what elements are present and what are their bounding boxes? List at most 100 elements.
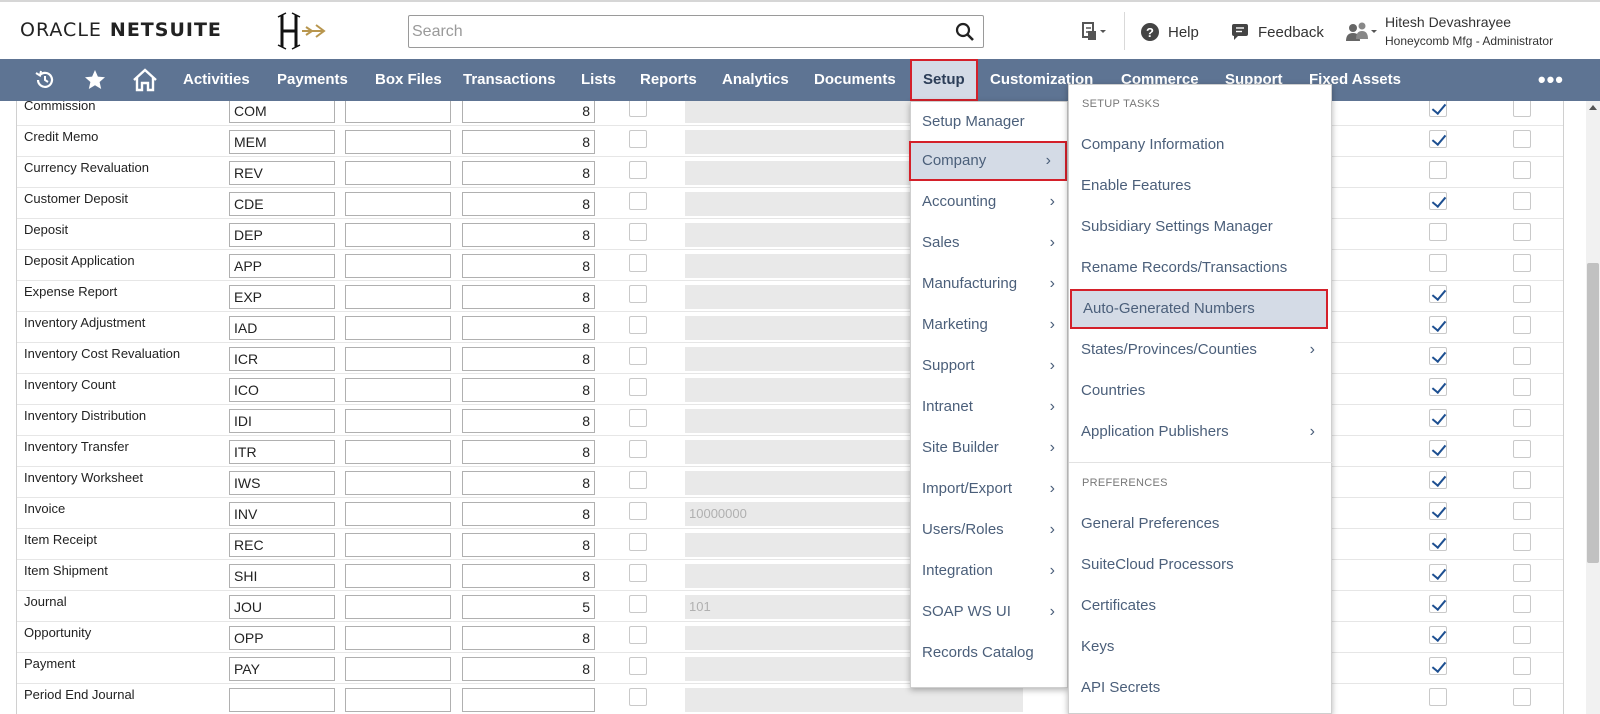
prefix-input[interactable]: IDI <box>229 409 335 433</box>
allow-override-checkbox[interactable] <box>1513 161 1531 179</box>
minimum-digits-input[interactable]: 8 <box>462 347 595 371</box>
update-checkbox[interactable] <box>629 409 647 427</box>
suffix-input[interactable] <box>345 657 451 681</box>
prefix-input[interactable]: ITR <box>229 440 335 464</box>
update-checkbox[interactable] <box>629 626 647 644</box>
enable-checkbox[interactable] <box>1429 130 1447 148</box>
update-checkbox[interactable] <box>629 502 647 520</box>
shortcuts-nav[interactable] <box>80 66 110 94</box>
enable-checkbox[interactable] <box>1429 378 1447 396</box>
enable-checkbox[interactable] <box>1429 564 1447 582</box>
allow-override-checkbox[interactable] <box>1513 626 1531 644</box>
nav-documents[interactable]: Documents <box>814 59 896 101</box>
update-checkbox[interactable] <box>629 223 647 241</box>
setup-menu-item-import-export[interactable]: Import/Export › <box>911 469 1069 509</box>
update-checkbox[interactable] <box>629 285 647 303</box>
allow-override-checkbox[interactable] <box>1513 471 1531 489</box>
prefix-input[interactable]: JOU <box>229 595 335 619</box>
allow-override-checkbox[interactable] <box>1513 101 1531 117</box>
suffix-input[interactable] <box>345 378 451 402</box>
minimum-digits-input[interactable]: 8 <box>462 223 595 247</box>
scrollbar-thumb[interactable] <box>1587 263 1599 563</box>
search-input[interactable] <box>409 16 939 47</box>
enable-checkbox[interactable] <box>1429 347 1447 365</box>
suffix-input[interactable] <box>345 533 451 557</box>
suffix-input[interactable] <box>345 688 451 712</box>
prefix-input[interactable]: PAY <box>229 657 335 681</box>
allow-override-checkbox[interactable] <box>1513 192 1531 210</box>
allow-override-checkbox[interactable] <box>1513 440 1531 458</box>
feedback-link[interactable]: Feedback <box>1230 20 1324 44</box>
update-checkbox[interactable] <box>629 378 647 396</box>
help-link[interactable]: ? Help <box>1140 20 1199 44</box>
suffix-input[interactable] <box>345 471 451 495</box>
update-checkbox[interactable] <box>629 316 647 334</box>
prefix-input[interactable]: SHI <box>229 564 335 588</box>
minimum-digits-input[interactable]: 8 <box>462 564 595 588</box>
enable-checkbox[interactable] <box>1429 533 1447 551</box>
update-checkbox[interactable] <box>629 347 647 365</box>
minimum-digits-input[interactable]: 8 <box>462 378 595 402</box>
prefix-input[interactable]: ICR <box>229 347 335 371</box>
setup-menu-item-marketing[interactable]: Marketing › <box>911 305 1069 345</box>
enable-checkbox[interactable] <box>1429 595 1447 613</box>
enable-checkbox[interactable] <box>1429 688 1447 706</box>
minimum-digits-input[interactable]: 8 <box>462 533 595 557</box>
nav-setup[interactable]: Setup <box>910 59 978 101</box>
allow-override-checkbox[interactable] <box>1513 347 1531 365</box>
suffix-input[interactable] <box>345 285 451 309</box>
company-menu-item-auto-generated-numbers[interactable]: Auto-Generated Numbers <box>1070 289 1328 329</box>
allow-override-checkbox[interactable] <box>1513 533 1531 551</box>
home-nav[interactable] <box>130 66 160 94</box>
enable-checkbox[interactable] <box>1429 161 1447 179</box>
update-checkbox[interactable] <box>629 440 647 458</box>
allow-override-checkbox[interactable] <box>1513 688 1531 706</box>
update-checkbox[interactable] <box>629 595 647 613</box>
company-menu-item-keys[interactable]: Keys <box>1069 627 1333 667</box>
update-checkbox[interactable] <box>629 101 647 117</box>
company-menu-item-states-provinces-counties[interactable]: States/Provinces/Counties › <box>1069 330 1333 370</box>
minimum-digits-input[interactable]: 8 <box>462 192 595 216</box>
prefix-input[interactable]: IWS <box>229 471 335 495</box>
update-checkbox[interactable] <box>629 254 647 272</box>
nav-box-files[interactable]: Box Files <box>375 59 442 101</box>
company-menu-item-enable-features[interactable]: Enable Features <box>1069 166 1333 206</box>
suffix-input[interactable] <box>345 440 451 464</box>
company-menu-item-application-publishers[interactable]: Application Publishers › <box>1069 412 1333 452</box>
company-menu-item-rename-records-transactions[interactable]: Rename Records/Transactions <box>1069 248 1333 288</box>
enable-checkbox[interactable] <box>1429 440 1447 458</box>
suffix-input[interactable] <box>345 161 451 185</box>
prefix-input[interactable] <box>229 688 335 712</box>
enable-checkbox[interactable] <box>1429 223 1447 241</box>
nav-transactions[interactable]: Transactions <box>463 59 556 101</box>
minimum-digits-input[interactable]: 8 <box>462 409 595 433</box>
setup-menu-item-records-catalog[interactable]: Records Catalog <box>911 633 1069 673</box>
suffix-input[interactable] <box>345 130 451 154</box>
allow-override-checkbox[interactable] <box>1513 378 1531 396</box>
company-menu-item-general-preferences[interactable]: General Preferences <box>1069 504 1333 544</box>
minimum-digits-input[interactable]: 8 <box>462 101 595 123</box>
suffix-input[interactable] <box>345 626 451 650</box>
prefix-input[interactable]: DEP <box>229 223 335 247</box>
prefix-input[interactable]: INV <box>229 502 335 526</box>
suffix-input[interactable] <box>345 254 451 278</box>
company-menu-item-company-information[interactable]: Company Information <box>1069 125 1333 165</box>
allow-override-checkbox[interactable] <box>1513 564 1531 582</box>
suffix-input[interactable] <box>345 564 451 588</box>
allow-override-checkbox[interactable] <box>1513 409 1531 427</box>
allow-override-checkbox[interactable] <box>1513 223 1531 241</box>
update-checkbox[interactable] <box>629 564 647 582</box>
update-checkbox[interactable] <box>629 161 647 179</box>
nav-reports[interactable]: Reports <box>640 59 697 101</box>
prefix-input[interactable]: CDE <box>229 192 335 216</box>
setup-menu-item-sales[interactable]: Sales › <box>911 223 1069 263</box>
allow-override-checkbox[interactable] <box>1513 285 1531 303</box>
company-menu-item-api-secrets[interactable]: API Secrets <box>1069 668 1333 708</box>
enable-checkbox[interactable] <box>1429 254 1447 272</box>
setup-menu-item-accounting[interactable]: Accounting › <box>911 182 1069 222</box>
nav-payments[interactable]: Payments <box>277 59 348 101</box>
suffix-input[interactable] <box>345 502 451 526</box>
setup-menu-item-users-roles[interactable]: Users/Roles › <box>911 510 1069 550</box>
enable-checkbox[interactable] <box>1429 101 1447 117</box>
minimum-digits-input[interactable]: 8 <box>462 130 595 154</box>
